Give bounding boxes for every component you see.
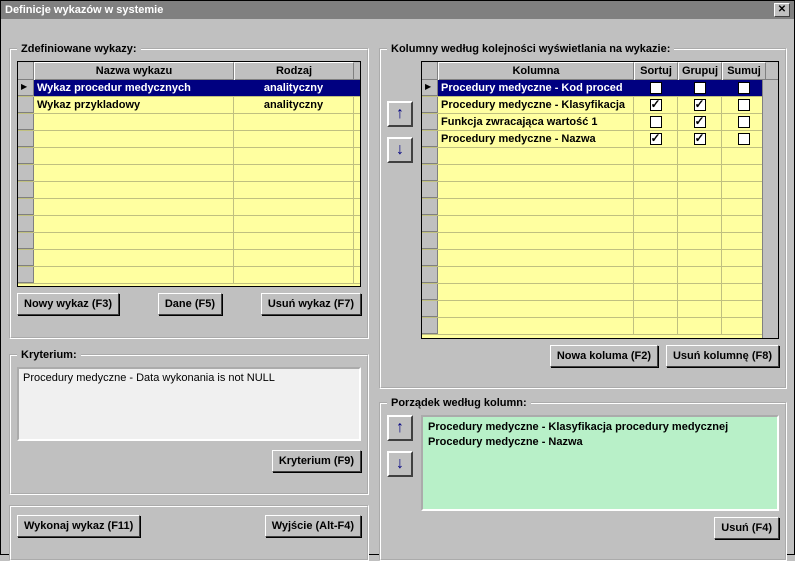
table-row[interactable] [422,216,778,233]
checkbox[interactable] [738,133,750,145]
col-sum[interactable]: Sumuj [722,62,766,80]
table-row[interactable] [422,148,778,165]
titlebar: Definicje wykazów w systemie ✕ [1,1,794,19]
checkbox[interactable] [650,116,662,128]
table-row[interactable] [422,284,778,301]
table-row[interactable]: Procedury medyczne - Klasyfikacja [422,97,778,114]
table-row[interactable] [422,199,778,216]
table-row[interactable] [422,165,778,182]
data-button[interactable]: Dane (F5) [158,293,222,315]
table-row[interactable] [422,318,778,335]
checkbox[interactable] [738,82,750,94]
criteria-text[interactable] [17,367,361,441]
table-row[interactable] [18,250,360,267]
checkbox[interactable] [738,99,750,111]
col-group[interactable]: Grupuj [678,62,722,80]
table-row[interactable] [18,216,360,233]
col-column[interactable]: Kolumna [438,62,634,80]
table-row[interactable] [18,114,360,131]
table-row[interactable] [422,250,778,267]
run-button[interactable]: Wykonaj wykaz (F11) [17,515,140,537]
table-row[interactable] [18,233,360,250]
columns-grid[interactable]: Kolumna Sortuj Grupuj Sumuj Procedury me… [421,61,779,339]
criteria-group: Kryterium: Kryterium (F9) [9,349,369,495]
list-item[interactable]: Procedury medyczne - Nazwa [428,435,772,450]
order-up-button[interactable]: ↑ [387,415,413,441]
order-list[interactable]: Procedury medyczne - Klasyfikacja proced… [421,415,779,511]
window-title: Definicje wykazów w systemie [5,1,163,19]
table-row[interactable] [18,165,360,182]
col-sort[interactable]: Sortuj [634,62,678,80]
criteria-legend: Kryterium: [17,349,81,361]
checkbox[interactable] [650,99,662,111]
bottom-actions: Wykonaj wykaz (F11) Wyjście (Alt-F4) [9,505,369,561]
delete-order-button[interactable]: Usuń (F4) [714,517,779,539]
col-name[interactable]: Nazwa wykazu [34,62,234,80]
close-button[interactable]: ✕ [774,3,790,17]
delete-wykaz-button[interactable]: Usuń wykaz (F7) [261,293,361,315]
checkbox[interactable] [650,133,662,145]
order-down-button[interactable]: ↓ [387,451,413,477]
exit-button[interactable]: Wyjście (Alt-F4) [265,515,361,537]
scrollbar[interactable] [762,80,778,338]
table-row[interactable] [18,182,360,199]
columns-group: Kolumny według kolejności wyświetlania n… [379,43,787,389]
checkbox[interactable] [738,116,750,128]
table-row[interactable]: Wykaz procedur medycznychanalityczny [18,80,360,97]
col-type[interactable]: Rodzaj [234,62,354,80]
checkbox[interactable] [694,82,706,94]
checkbox[interactable] [694,133,706,145]
table-row[interactable]: Wykaz przykladowyanalityczny [18,97,360,114]
table-row[interactable] [422,301,778,318]
table-row[interactable] [18,131,360,148]
table-row[interactable]: Procedury medyczne - Kod proced [422,80,778,97]
move-up-button[interactable]: ↑ [387,101,413,127]
table-row[interactable] [18,267,360,284]
order-group: Porządek według kolumn: ↑ ↓ Procedury me… [379,397,787,561]
delete-column-button[interactable]: Usuń kolumnę (F8) [666,345,779,367]
order-legend: Porządek według kolumn: [387,397,531,409]
defined-grid[interactable]: Nazwa wykazu Rodzaj Wykaz procedur medyc… [17,61,361,287]
table-row[interactable]: Procedury medyczne - Nazwa [422,131,778,148]
defined-legend: Zdefiniowane wykazy: [17,43,141,55]
table-row[interactable] [422,182,778,199]
table-row[interactable] [18,199,360,216]
table-row[interactable]: Funkcja zwracająca wartość 1 [422,114,778,131]
columns-legend: Kolumny według kolejności wyświetlania n… [387,43,674,55]
new-column-button[interactable]: Nowa koluma (F2) [550,345,658,367]
table-row[interactable] [422,267,778,284]
list-item[interactable]: Procedury medyczne - Klasyfikacja proced… [428,420,772,435]
move-down-button[interactable]: ↓ [387,137,413,163]
defined-list-group: Zdefiniowane wykazy: Nazwa wykazu Rodzaj… [9,43,369,339]
checkbox[interactable] [650,82,662,94]
new-wykaz-button[interactable]: Nowy wykaz (F3) [17,293,119,315]
checkbox[interactable] [694,116,706,128]
table-row[interactable] [18,148,360,165]
table-row[interactable] [422,233,778,250]
content: Zdefiniowane wykazy: Nazwa wykazu Rodzaj… [1,19,794,554]
window: Definicje wykazów w systemie ✕ Zdefiniow… [0,0,795,555]
criteria-button[interactable]: Kryterium (F9) [272,450,361,472]
checkbox[interactable] [694,99,706,111]
